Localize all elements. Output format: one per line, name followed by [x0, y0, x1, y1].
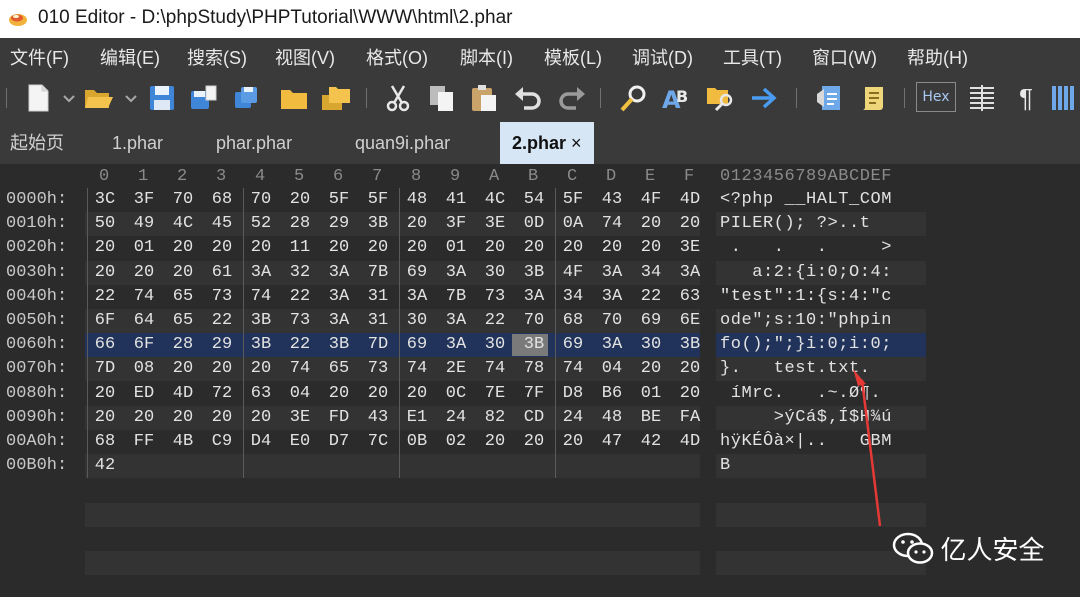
watermark-text: 亿人安全 [940, 536, 1045, 566]
watermark: 亿人安全 [892, 530, 1044, 570]
wechat-icon [892, 532, 934, 564]
red-arrow-annotation [853, 369, 882, 527]
